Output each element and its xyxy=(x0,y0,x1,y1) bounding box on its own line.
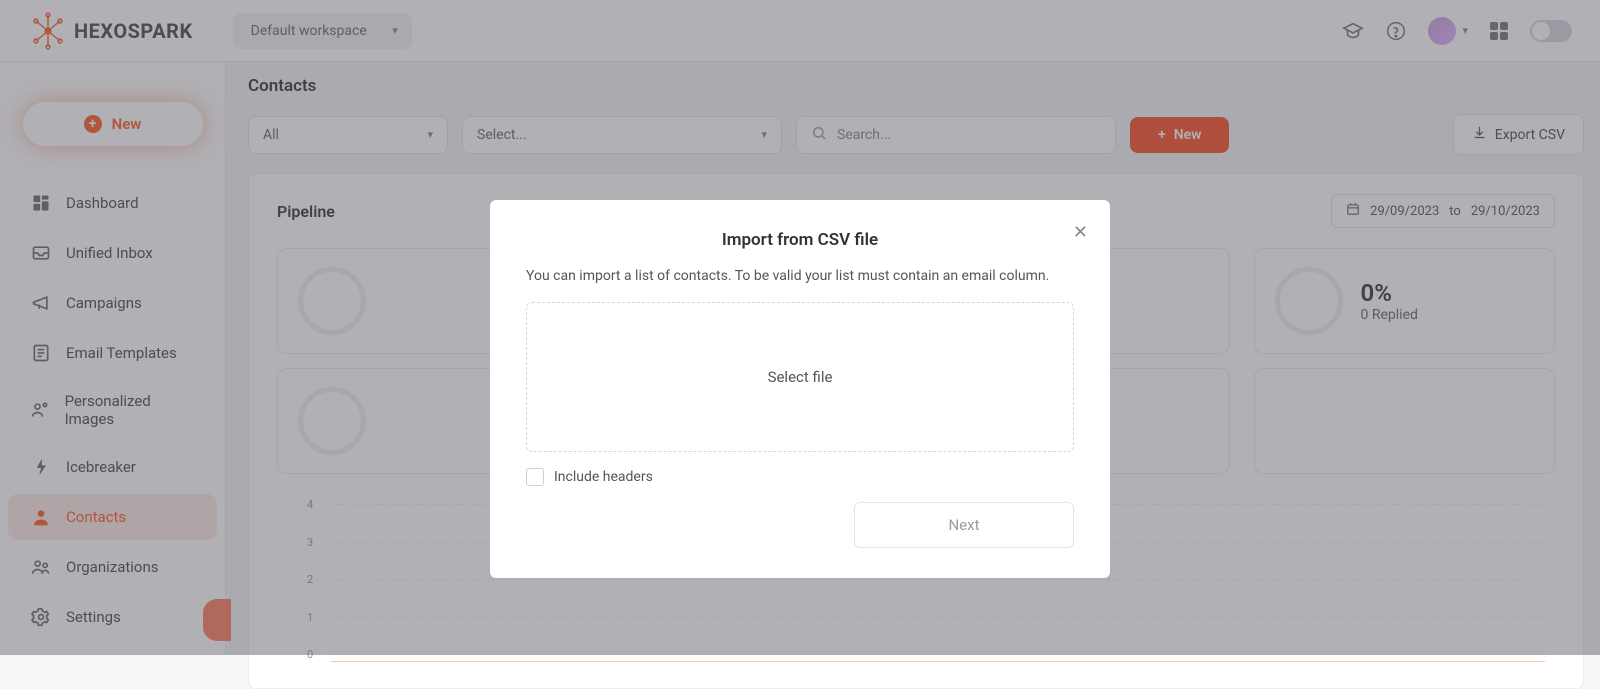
next-button[interactable]: Next xyxy=(854,502,1074,548)
include-headers-checkbox[interactable]: Include headers xyxy=(526,468,1074,486)
import-csv-modal: ✕ Import from CSV file You can import a … xyxy=(490,200,1110,578)
modal-title: Import from CSV file xyxy=(526,230,1074,250)
select-file-dropzone[interactable]: Select file xyxy=(526,302,1074,452)
checkbox-icon xyxy=(526,468,544,486)
modal-description: You can import a list of contacts. To be… xyxy=(526,268,1074,284)
next-label: Next xyxy=(948,516,979,534)
modal-overlay[interactable]: ✕ Import from CSV file You can import a … xyxy=(0,0,1600,655)
close-icon[interactable]: ✕ xyxy=(1073,222,1088,243)
select-file-label: Select file xyxy=(768,368,833,386)
chart-baseline xyxy=(331,661,1545,662)
include-headers-label: Include headers xyxy=(554,469,653,485)
